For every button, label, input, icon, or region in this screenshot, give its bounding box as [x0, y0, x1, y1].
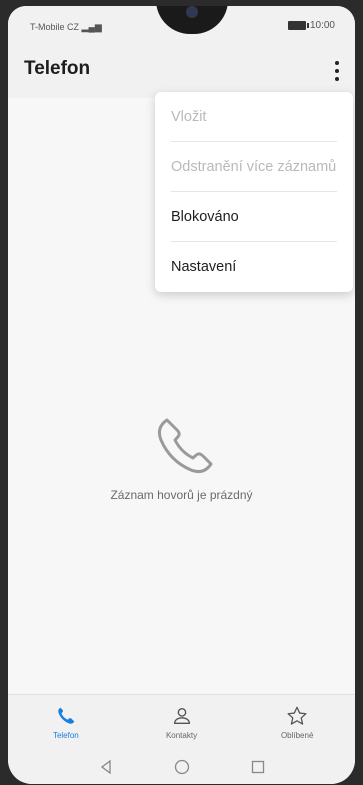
- menu-item-label: Blokováno: [171, 209, 239, 225]
- phone-icon: [58, 707, 75, 724]
- tab-label: Telefon: [52, 731, 79, 740]
- home-icon[interactable]: [173, 758, 191, 776]
- recents-icon[interactable]: [249, 758, 267, 776]
- menu-item-label: Nastavení: [171, 259, 237, 275]
- contacts-icon: [173, 707, 190, 725]
- screen: T-Mobile CZ ▂▄▆ 10:00 Telefon Záznam hov…: [8, 6, 355, 784]
- phone-handset-icon: [147, 410, 217, 480]
- menu-item-delete-multiple[interactable]: Odstranění více záznamů: [155, 142, 353, 192]
- star-icon: [287, 706, 307, 725]
- system-navigation-bar: [8, 750, 355, 784]
- menu-item-settings[interactable]: Nastavení: [155, 242, 353, 292]
- tab-label: Kontakty: [165, 731, 198, 740]
- menu-item-blocked[interactable]: Blokováno: [155, 192, 353, 242]
- back-icon[interactable]: [97, 758, 115, 776]
- status-bar: T-Mobile CZ ▂▄▆ 10:00: [8, 6, 355, 44]
- signal-icon: ▂▄▆: [81, 22, 102, 32]
- empty-state: Záznam hovorů je prázdný: [8, 410, 355, 502]
- battery-status: 10:00: [287, 20, 335, 31]
- overflow-menu: Vložit Odstranění více záznamů Blokováno…: [155, 92, 353, 292]
- carrier-label: T-Mobile CZ ▂▄▆: [30, 22, 102, 33]
- front-camera-icon: [186, 6, 198, 18]
- device-frame: T-Mobile CZ ▂▄▆ 10:00 Telefon Záznam hov…: [0, 0, 363, 785]
- menu-item-label: Vložit: [171, 109, 207, 125]
- menu-item-paste[interactable]: Vložit: [155, 92, 353, 142]
- page-title: Telefon: [24, 58, 91, 79]
- tab-label: Oblíbené: [280, 731, 314, 740]
- tab-phone[interactable]: Telefon: [8, 695, 124, 750]
- bottom-navigation: Telefon Kontakty Oblíbené: [8, 694, 355, 750]
- camera-notch: [156, 6, 228, 34]
- carrier-name: T-Mobile CZ: [30, 22, 80, 32]
- tab-contacts[interactable]: Kontakty: [124, 695, 240, 750]
- empty-state-text: Záznam hovorů je prázdný: [110, 488, 253, 502]
- more-options-icon[interactable]: [325, 54, 349, 88]
- tab-favorites[interactable]: Oblíbené: [239, 695, 355, 750]
- app-bar: Telefon: [8, 44, 355, 98]
- battery-icon: [287, 21, 309, 30]
- status-time: 10:00: [309, 20, 335, 31]
- menu-item-label: Odstranění více záznamů: [171, 159, 337, 175]
